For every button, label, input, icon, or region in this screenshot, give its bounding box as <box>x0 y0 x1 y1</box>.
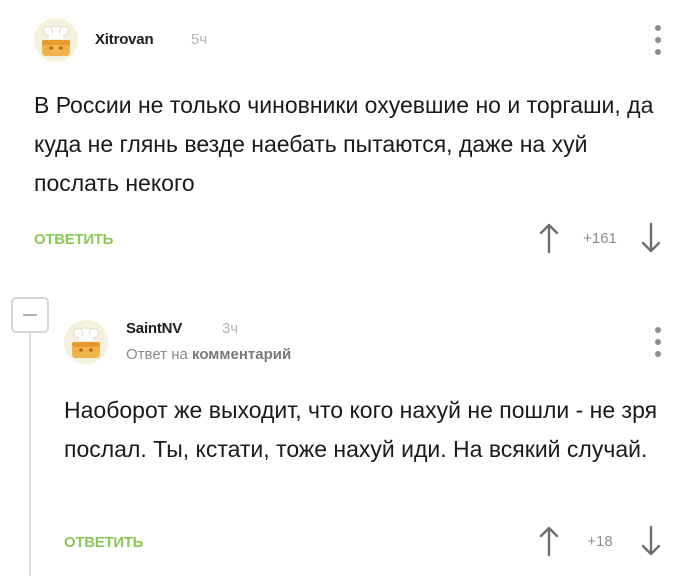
arrow-down-icon[interactable] <box>640 525 662 557</box>
username[interactable]: SaintNV <box>126 320 182 337</box>
comment-reply: SaintNV 3ч Ответ на комментарий Наоборот… <box>0 0 700 576</box>
reply-to-info: Ответ на комментарий <box>126 346 291 363</box>
arrow-up-icon[interactable] <box>538 525 560 557</box>
reply-button[interactable]: ОТВЕТИТЬ <box>64 534 143 551</box>
comment-time: 3ч <box>222 320 239 337</box>
reply-to-link[interactable]: комментарий <box>192 346 291 363</box>
avatar[interactable] <box>64 320 108 364</box>
more-vertical-icon[interactable] <box>653 327 663 357</box>
comment-text: Наоборот же выходит, что кого нахуй не п… <box>64 397 658 462</box>
reply-to-prefix: Ответ на <box>126 346 188 363</box>
vote-controls: +18 <box>538 525 662 557</box>
rating-value: +18 <box>587 532 613 550</box>
chef-hat-avatar-icon <box>64 320 108 364</box>
